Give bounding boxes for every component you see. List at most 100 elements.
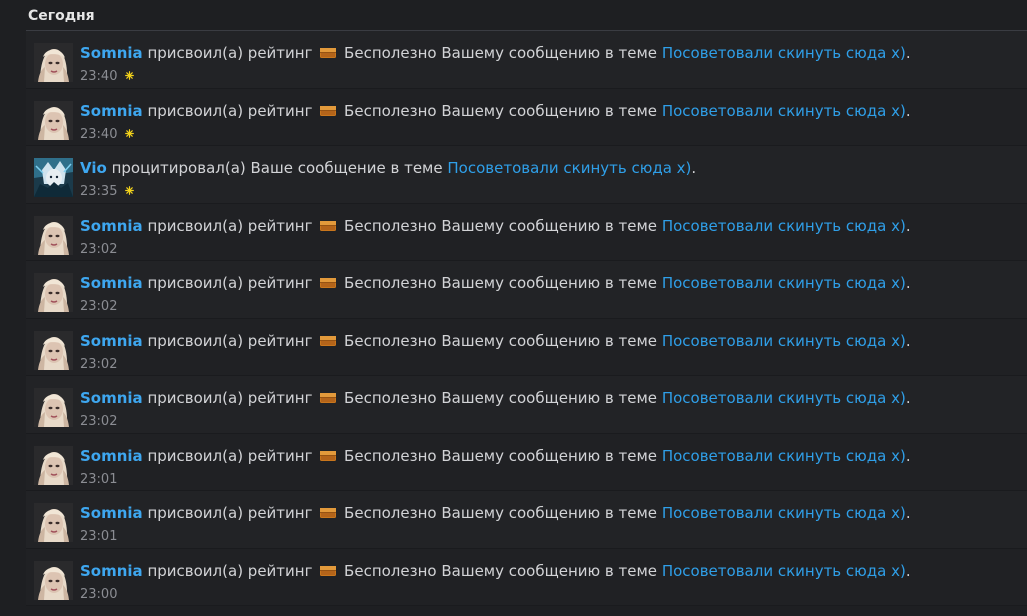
alert-tail: Вашему сообщению в теме: [441, 504, 658, 522]
alert-tail: Вашему сообщению в теме: [441, 101, 658, 120]
rating: Бесполезно: [317, 562, 441, 580]
username-link[interactable]: Somnia: [80, 562, 143, 580]
alert-text: Somnia присвоил(а) рейтинг Бесполезно Ва…: [80, 388, 1019, 408]
rating-label: Бесполезно: [344, 504, 437, 522]
alert-item[interactable]: Somnia присвоил(а) рейтинг Бесполезно Ва…: [26, 203, 1027, 261]
somnia-avatar[interactable]: [34, 388, 73, 427]
alert-item[interactable]: Somnia присвоил(а) рейтинг Бесполезно Ва…: [26, 376, 1027, 434]
username-link[interactable]: Somnia: [80, 44, 143, 62]
alert-meta: 23:02: [80, 357, 1019, 373]
alert-end: .: [905, 331, 911, 350]
alert-time: 23:00: [80, 586, 118, 602]
alert-content: Somnia присвоил(а) рейтинг Бесполезно Ва…: [80, 331, 1019, 373]
unread-star-icon: [124, 71, 134, 80]
thread-link[interactable]: Посоветовали скинуть сюда x): [662, 44, 906, 62]
somnia-avatar-image: [34, 388, 73, 427]
username-link[interactable]: Somnia: [80, 332, 143, 350]
unread-star-icon: [124, 128, 134, 138]
alert-meta: 23:40: [80, 69, 1019, 85]
date-group-title: Сегодня: [28, 8, 95, 24]
alert-time: 23:02: [80, 299, 118, 314]
alert-item[interactable]: Somnia присвоил(а) рейтинг Бесполезно Ва…: [26, 318, 1027, 376]
alert-item[interactable]: Somnia присвоил(а) рейтинг Бесполезно Ва…: [26, 31, 1027, 89]
alert-item[interactable]: Somnia присвоил(а) рейтинг Бесполезно Ва…: [26, 88, 1027, 146]
rating-box-icon: [320, 335, 337, 346]
somnia-avatar-image: [34, 503, 73, 542]
somnia-avatar[interactable]: [34, 560, 73, 600]
username-link[interactable]: Somnia: [80, 389, 143, 407]
alert-content: Somnia присвоил(а) рейтинг Бесполезно Ва…: [80, 216, 1019, 258]
somnia-avatar[interactable]: [34, 503, 73, 542]
alert-text: Somnia присвоил(а) рейтинг Бесполезно Ва…: [80, 331, 1019, 351]
rating-box-icon: [320, 565, 337, 576]
alert-action: присвоил(а) рейтинг: [147, 504, 313, 522]
alert-list: Somnia присвоил(а) рейтинг Бесполезно Ва…: [26, 31, 1027, 606]
thread-link[interactable]: Посоветовали скинуть сюда x): [662, 389, 906, 407]
username-link[interactable]: Somnia: [80, 102, 143, 120]
username-link[interactable]: Somnia: [80, 447, 143, 465]
somnia-avatar[interactable]: [34, 215, 73, 255]
alert-time: 23:01: [80, 471, 118, 487]
rating-label: Бесполезно: [344, 101, 437, 120]
alert-tail: Вашему сообщению в теме: [441, 331, 658, 350]
rating: Бесполезно: [317, 102, 441, 120]
thread-link[interactable]: Посоветовали скинуть сюда x): [662, 562, 906, 580]
alert-item[interactable]: Somnia присвоил(а) рейтинг Бесполезно Ва…: [26, 548, 1027, 606]
username-link[interactable]: Vio: [80, 159, 107, 177]
somnia-avatar[interactable]: [34, 100, 73, 140]
alert-action: присвоил(а) рейтинг: [147, 44, 313, 62]
alert-tail: Вашему сообщению в теме: [441, 44, 658, 62]
alert-meta: 23:40: [80, 127, 1019, 143]
alert-action: процитировал(а) Ваше сообщение в теме: [111, 159, 443, 177]
alert-item[interactable]: Somnia присвоил(а) рейтинг Бесполезно Ва…: [26, 261, 1027, 319]
alert-text: Vio процитировал(а) Ваше сообщение в тем…: [80, 158, 1019, 178]
alert-text: Somnia присвоил(а) рейтинг Бесполезно Ва…: [80, 101, 1019, 121]
rating-box-icon: [320, 508, 337, 518]
alert-end: .: [905, 274, 911, 292]
alert-end: .: [691, 159, 697, 177]
username-link[interactable]: Somnia: [80, 504, 143, 522]
alert-meta: 23:02: [80, 242, 1019, 258]
alert-text: Somnia присвоил(а) рейтинг Бесполезно Ва…: [80, 503, 1019, 523]
thread-link[interactable]: Посоветовали скинуть сюда x): [662, 504, 906, 522]
somnia-avatar[interactable]: [34, 330, 73, 370]
thread-link[interactable]: Посоветовали скинуть сюда x): [662, 447, 906, 465]
thread-link[interactable]: Посоветовали скинуть сюда x): [662, 217, 906, 235]
somnia-avatar-image: [34, 215, 73, 255]
rating: Бесполезно: [317, 447, 441, 465]
alert-end: .: [905, 504, 911, 522]
alert-tail: Вашему сообщению в теме: [441, 446, 658, 465]
thread-link[interactable]: Посоветовали скинуть сюда x): [447, 159, 691, 177]
alert-meta: 23:01: [80, 472, 1019, 488]
vio-avatar[interactable]: [34, 158, 73, 197]
alert-end: .: [905, 389, 911, 407]
alert-time: 23:40: [80, 69, 118, 84]
alert-content: Somnia присвоил(а) рейтинг Бесполезно Ва…: [80, 503, 1019, 545]
thread-link[interactable]: Посоветовали скинуть сюда x): [662, 274, 906, 292]
alert-item[interactable]: Somnia присвоил(а) рейтинг Бесполезно Ва…: [26, 491, 1027, 549]
rating-box-icon: [320, 105, 337, 116]
username-link[interactable]: Somnia: [80, 274, 143, 292]
alert-meta: 23:35: [80, 184, 1019, 200]
thread-link[interactable]: Посоветовали скинуть сюда x): [662, 102, 906, 120]
somnia-avatar-image: [34, 330, 73, 370]
somnia-avatar-image: [34, 43, 73, 82]
rating-box-icon: [320, 393, 337, 403]
alert-text: Somnia присвоил(а) рейтинг Бесполезно Ва…: [80, 446, 1019, 466]
somnia-avatar[interactable]: [34, 445, 73, 485]
alert-text: Somnia присвоил(а) рейтинг Бесполезно Ва…: [80, 216, 1019, 236]
alert-text: Somnia присвоил(а) рейтинг Бесполезно Ва…: [80, 561, 1019, 581]
alert-end: .: [905, 561, 911, 580]
somnia-avatar[interactable]: [34, 43, 73, 82]
thread-link[interactable]: Посоветовали скинуть сюда x): [662, 332, 906, 350]
alert-text: Somnia присвоил(а) рейтинг Бесполезно Ва…: [80, 273, 1019, 293]
alert-content: Somnia присвоил(а) рейтинг Бесполезно Ва…: [80, 388, 1019, 430]
alert-meta: 23:02: [80, 414, 1019, 430]
somnia-avatar[interactable]: [34, 273, 73, 312]
alert-meta: 23:01: [80, 529, 1019, 545]
alert-content: Vio процитировал(а) Ваше сообщение в тем…: [80, 158, 1019, 200]
alert-item[interactable]: Somnia присвоил(а) рейтинг Бесполезно Ва…: [26, 433, 1027, 491]
alert-item[interactable]: Vio процитировал(а) Ваше сообщение в тем…: [26, 146, 1027, 204]
rating: Бесполезно: [317, 332, 441, 350]
username-link[interactable]: Somnia: [80, 217, 143, 235]
